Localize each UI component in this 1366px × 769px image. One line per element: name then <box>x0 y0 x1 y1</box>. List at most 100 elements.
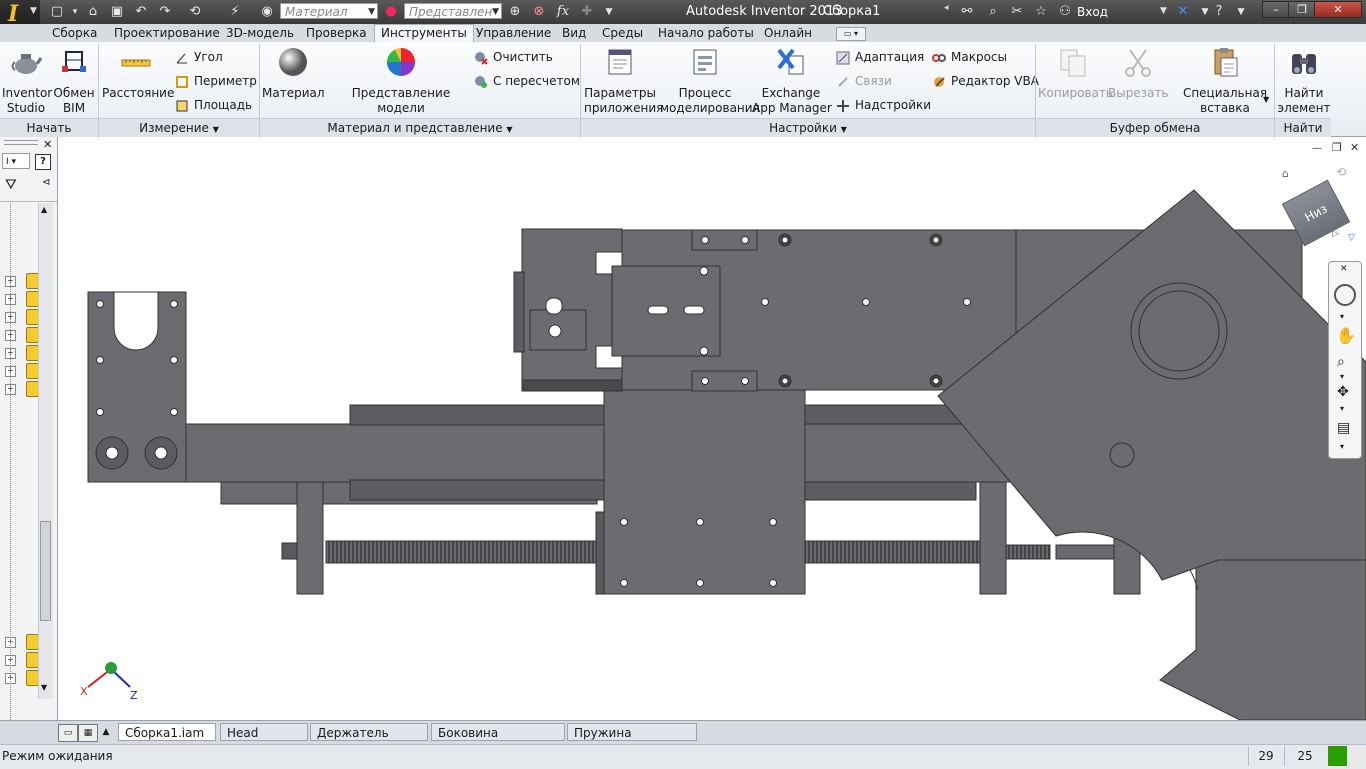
tab-manage[interactable]: Управление <box>470 24 557 42</box>
viewcube-arrow-icon[interactable]: ▷ <box>1332 229 1339 239</box>
add-icon[interactable]: ✚ <box>578 3 596 21</box>
assembly-model[interactable] <box>58 137 1366 720</box>
favorites-icon[interactable]: ☆ <box>1032 3 1050 21</box>
redo-icon[interactable]: ↷ <box>156 3 174 21</box>
expand-icon[interactable]: ⊲ <box>42 177 50 188</box>
adapt-button[interactable]: Адаптация <box>836 48 924 66</box>
addins-button[interactable]: Надстройки <box>836 96 931 114</box>
update-icon[interactable]: ⚡ <box>226 3 244 21</box>
intersect-button[interactable]: С пересчетом <box>474 72 580 90</box>
subscription-icon[interactable]: ✂ <box>1008 3 1026 21</box>
viewport-minimize-button[interactable]: — <box>1312 143 1322 154</box>
undo-icon[interactable]: ↶ <box>132 3 150 21</box>
parameters-icon[interactable]: fx <box>554 3 572 21</box>
tile-windows-icon[interactable]: ▭ <box>58 724 78 742</box>
tab-inspect[interactable]: Проверка <box>300 24 373 42</box>
filter-icon[interactable]: ⛛ <box>5 177 17 193</box>
perimeter-button[interactable]: Периметр <box>175 72 257 90</box>
application-menu-button[interactable]: I ▼ <box>0 0 40 27</box>
doc-tab-spring[interactable]: Пружина пласти...ipt <box>567 723 697 758</box>
cascade-windows-icon[interactable]: ▦ <box>78 724 98 742</box>
ribbon-minimize-button[interactable]: ▭ ▾ <box>836 27 866 41</box>
inventor-studio-button[interactable]: Inventor Studio <box>2 46 52 116</box>
new-dropdown-icon[interactable]: ▾ <box>66 3 84 21</box>
look-at-icon[interactable]: ▤ <box>1337 420 1350 436</box>
signin-label[interactable]: Вход <box>1077 5 1108 19</box>
clear-appearance-icon[interactable]: ⊗ <box>530 3 548 21</box>
graphics-viewport[interactable]: — ❐ ✕ ⌂ ⟲ Низ ▷ ▽ ✕ ▾ ✋ ⌕ ▾ ✥ ▾ ▤ ▾ X Z <box>58 137 1366 720</box>
viewport-restore-button[interactable]: ❐ <box>1332 141 1342 154</box>
workflow-button[interactable]: Процесс моделирования <box>660 46 760 116</box>
viewcube-menu-icon[interactable]: ▽ <box>1348 233 1355 243</box>
chevron-down-icon[interactable]: ▼ <box>1160 6 1167 16</box>
close-icon[interactable]: ✕ <box>43 138 52 151</box>
open-icon[interactable]: ⌂ <box>84 3 102 21</box>
save-icon[interactable]: ▣ <box>108 3 126 21</box>
bim-exchange-button[interactable]: Обмен BIM <box>52 46 96 116</box>
tab-3d-model[interactable]: 3D-модель <box>220 24 300 42</box>
tab-tools[interactable]: Инструменты <box>374 24 474 42</box>
angle-button[interactable]: Угол <box>175 48 223 66</box>
tab-list-icon[interactable]: ▲ <box>98 724 114 740</box>
scroll-down-icon[interactable]: ▼ <box>41 683 47 692</box>
select-icon[interactable]: ◉ <box>258 3 276 21</box>
rotate-view-icon[interactable]: ⟲ <box>1336 165 1346 179</box>
paste-special-button[interactable]: Специальная вставка <box>1180 46 1270 116</box>
minimize-button[interactable]: – <box>1262 1 1290 18</box>
tab-online[interactable]: Онлайн <box>758 24 818 42</box>
maximize-button[interactable]: ❐ <box>1288 1 1316 18</box>
exchange-app-manager-button[interactable]: Exchange App Manager <box>752 46 832 116</box>
panel-title-measure[interactable]: Измерение ▼ <box>99 118 259 137</box>
zoom-icon[interactable]: ⌕ <box>1337 354 1345 370</box>
close-icon[interactable]: ✕ <box>1340 264 1348 274</box>
material-button[interactable]: Материал <box>262 46 325 101</box>
tab-environments[interactable]: Среды <box>596 24 649 42</box>
browser-grip[interactable] <box>4 140 38 145</box>
chevron-down-icon[interactable]: ▾ <box>1340 442 1344 451</box>
pan-icon[interactable]: ✋ <box>1336 326 1356 345</box>
user-icon[interactable]: ⚇ <box>1056 3 1074 21</box>
appearance-ball-icon[interactable]: ● <box>382 3 400 21</box>
tab-get-started[interactable]: Начало работы <box>652 24 760 42</box>
chevron-down-icon[interactable]: ▼ <box>1232 3 1250 21</box>
adjust-appearance-icon[interactable]: ⊕ <box>506 3 524 21</box>
panel-title-options[interactable]: Настройки ▼ <box>581 118 1035 137</box>
panel-title-material[interactable]: Материал и представление ▼ <box>260 118 580 137</box>
doc-tab-psd-holder[interactable]: Держатель PSD.ipt <box>310 723 428 758</box>
home-view-icon[interactable]: ⌂ <box>1282 167 1289 180</box>
chevron-down-icon[interactable]: ▾ <box>1340 404 1344 413</box>
tab-design[interactable]: Проектирование <box>108 24 226 42</box>
return-icon[interactable]: ⟲ <box>186 3 204 21</box>
vba-editor-button[interactable]: Редактор VBA <box>932 72 1039 90</box>
doc-tab-carriage-side[interactable]: Боковина каретк...ipt <box>431 723 565 758</box>
close-button[interactable]: ✕ <box>1314 1 1362 18</box>
scroll-up-icon[interactable]: ▲ <box>41 205 47 214</box>
app-options-button[interactable]: Параметры приложения <box>584 46 663 116</box>
scrollbar-thumb[interactable] <box>40 521 51 621</box>
new-file-icon[interactable]: ▢ <box>48 3 66 21</box>
doc-tab-assembly[interactable]: Сборка1.iam ⊠ <box>118 723 216 758</box>
customize-qat-icon[interactable]: ▼ <box>600 3 618 21</box>
chevron-down-icon[interactable]: ▾ <box>1340 312 1344 321</box>
tab-assembly[interactable]: Сборка <box>46 24 103 42</box>
doc-tab-head-mov[interactable]: Head mov.ipt <box>220 723 308 758</box>
help-search-icon[interactable]: ⌕ <box>984 3 1002 21</box>
orbit-icon[interactable]: ✥ <box>1337 384 1349 400</box>
help-icon[interactable]: ? <box>35 154 51 170</box>
browser-scrollbar[interactable]: ▲ ▼ <box>38 203 53 699</box>
material-combo[interactable]: Материал ▼ <box>280 3 378 19</box>
steering-wheel-icon[interactable] <box>1334 284 1356 306</box>
area-button[interactable]: Площадь <box>175 96 252 114</box>
distance-button[interactable]: Расстояние <box>102 46 174 101</box>
chevron-down-icon[interactable]: ▼ <box>1263 95 1269 104</box>
appearance-button[interactable]: Представление модели <box>334 46 468 116</box>
appearance-combo[interactable]: Представлен ▼ <box>404 3 502 19</box>
chevron-left-icon[interactable]: ◂ <box>944 3 954 21</box>
clear-appearance-button[interactable]: Очистить <box>474 48 553 66</box>
macros-button[interactable]: Макросы <box>932 48 1007 66</box>
chevron-down-icon[interactable]: ▾ <box>1340 372 1344 381</box>
find-item-button[interactable]: Найти элемент <box>1276 46 1332 116</box>
binoculars-icon[interactable]: ⚯ <box>958 3 976 21</box>
viewport-close-button[interactable]: ✕ <box>1350 141 1359 154</box>
exchange-icon[interactable]: ✕ <box>1174 3 1192 21</box>
